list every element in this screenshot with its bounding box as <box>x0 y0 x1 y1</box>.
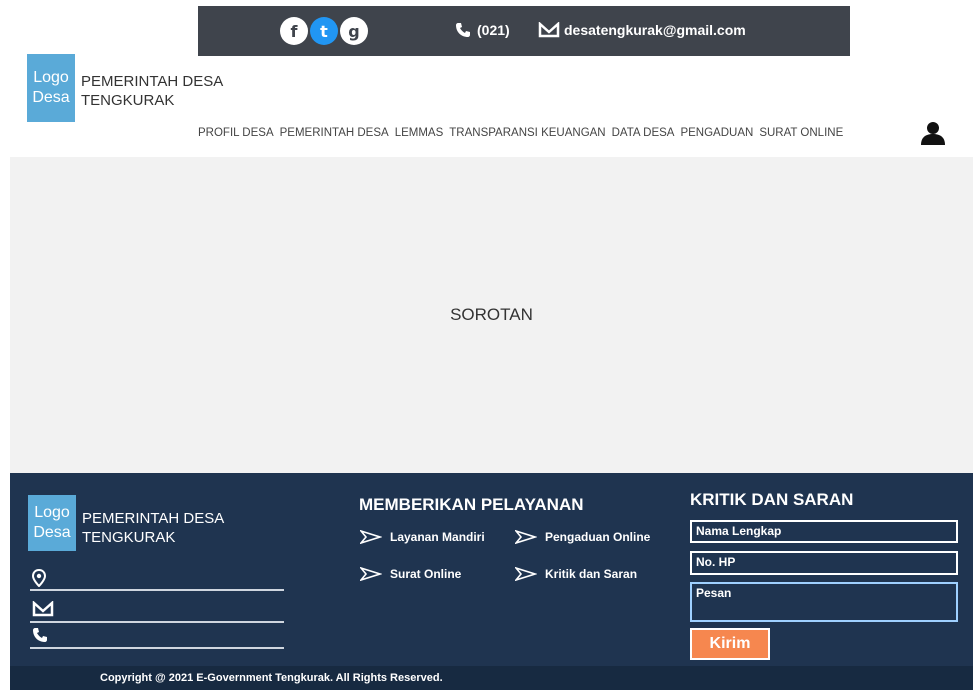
arrow-right-icon <box>515 530 537 544</box>
footer-title-line1: PEMERINTAH DESA <box>82 510 225 527</box>
logo-text-2: Desa <box>32 89 70 106</box>
phone-icon <box>456 23 470 37</box>
footer-address-row <box>30 569 284 591</box>
footer-logo-text-2: Desa <box>33 524 71 541</box>
user-icon[interactable] <box>920 121 946 145</box>
email-info[interactable]: desatengkurak@gmail.com <box>538 22 746 38</box>
nav-surat-online[interactable]: SURAT ONLINE <box>759 127 843 139</box>
nav-profil-desa[interactable]: PROFIL DESA <box>198 127 274 139</box>
nav-pengaduan[interactable]: PENGADUAN <box>680 127 753 139</box>
message-field[interactable]: Pesan <box>690 582 958 622</box>
main-nav: PROFIL DESA PEMERINTAH DESA LEMMAS TRANS… <box>198 127 843 139</box>
service-surat-online[interactable]: Surat Online <box>360 567 461 581</box>
nav-transparansi-keuangan[interactable]: TRANSPARANSI KEUANGAN <box>449 127 605 139</box>
footer-title: PEMERINTAH DESA TENGKURAK <box>82 509 224 547</box>
nav-lemmas[interactable]: LEMMAS <box>395 127 444 139</box>
arrow-right-icon <box>360 530 382 544</box>
service-kritik-dan-saran[interactable]: Kritik dan Saran <box>515 567 637 581</box>
nav-data-desa[interactable]: DATA DESA <box>612 127 675 139</box>
location-pin-icon <box>32 569 46 587</box>
service-label: Pengaduan Online <box>545 530 651 544</box>
phone-placeholder: No. HP <box>696 555 736 569</box>
email-address[interactable]: desatengkurak@gmail.com <box>564 22 746 38</box>
hero-banner: SOROTAN <box>10 157 973 473</box>
logo-text-1: Logo <box>33 69 69 86</box>
phone-info: (021) <box>455 22 510 38</box>
facebook-icon[interactable]: f <box>280 17 308 45</box>
google-plus-icon[interactable]: g <box>340 17 368 45</box>
service-label: Layanan Mandiri <box>390 530 485 544</box>
mail-icon <box>32 601 54 617</box>
arrow-right-icon <box>515 567 537 581</box>
name-field[interactable]: Nama Lengkap <box>690 520 958 543</box>
site-title-line1: PEMERINTAH DESA <box>81 73 224 90</box>
mail-icon <box>538 22 560 38</box>
copyright-bar: Copyright @ 2021 E-Government Tengkurak.… <box>10 666 973 690</box>
service-label: Kritik dan Saran <box>545 567 638 581</box>
site-title[interactable]: PEMERINTAH DESA TENGKURAK <box>81 72 223 110</box>
copyright-text: Copyright @ 2021 E-Government Tengkurak.… <box>100 672 443 684</box>
hero-label: SOROTAN <box>450 305 533 324</box>
header-logo[interactable]: Logo Desa <box>27 54 75 122</box>
footer-logo-text-1: Logo <box>34 504 70 521</box>
twitter-icon[interactable]: t <box>310 17 338 45</box>
footer-email-row <box>30 601 284 623</box>
social-links: f t g <box>280 17 368 45</box>
arrow-right-icon <box>360 567 382 581</box>
submit-button[interactable]: Kirim <box>690 628 770 660</box>
footer-phone-row <box>30 627 284 649</box>
service-layanan-mandiri[interactable]: Layanan Mandiri <box>360 530 485 544</box>
phone-field[interactable]: No. HP <box>690 551 958 575</box>
footer-title-line2: TENGKURAK <box>82 529 176 546</box>
name-placeholder: Nama Lengkap <box>696 524 782 538</box>
phone-number: (021) <box>477 22 510 38</box>
top-contact-bar: f t g (021) desatengkurak@gmail.com <box>198 6 850 56</box>
kritik-title: KRITIK DAN SARAN <box>690 490 854 509</box>
service-pengaduan-online[interactable]: Pengaduan Online <box>515 530 650 544</box>
services-title: MEMBERIKAN PELAYANAN <box>359 495 584 514</box>
service-label: Surat Online <box>390 567 462 581</box>
footer-logo[interactable]: Logo Desa <box>28 495 76 551</box>
message-placeholder: Pesan <box>696 586 732 600</box>
phone-icon <box>33 628 47 642</box>
site-title-line2: TENGKURAK <box>81 92 175 109</box>
nav-pemerintah-desa[interactable]: PEMERINTAH DESA <box>280 127 389 139</box>
footer: Logo Desa PEMERINTAH DESA TENGKURAK MEMB… <box>10 473 973 690</box>
